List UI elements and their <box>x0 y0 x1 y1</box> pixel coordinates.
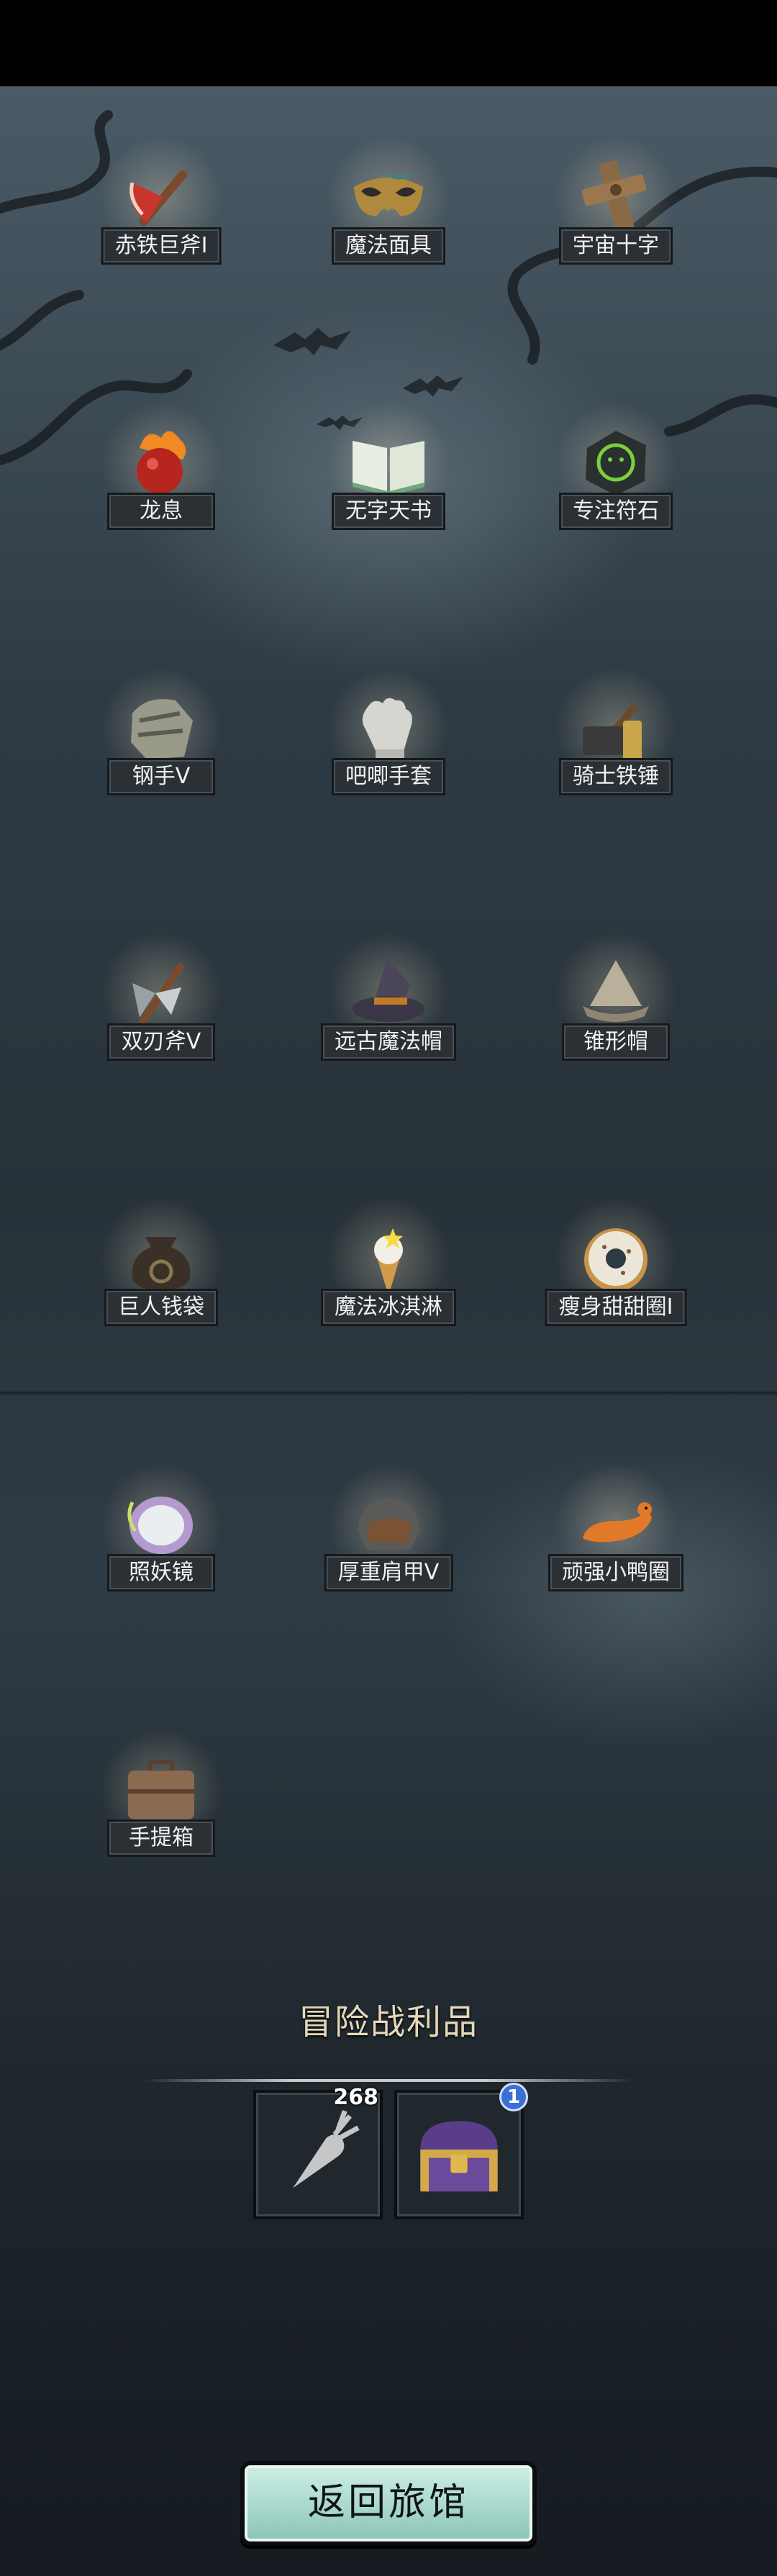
item-label: 远古魔法帽 <box>321 1023 456 1061</box>
item-label: 无字天书 <box>332 493 445 530</box>
item-label: 照妖镜 <box>107 1554 215 1591</box>
return-to-tavern-button[interactable]: 返回旅馆 <box>240 2461 537 2546</box>
item-cell[interactable]: 远古魔法帽 <box>302 928 475 1072</box>
item-label: 厚重肩甲V <box>324 1554 453 1591</box>
item-cell[interactable]: 骑士铁锤 <box>530 663 702 807</box>
item-label: 巨人钱袋 <box>104 1289 218 1326</box>
item-cell[interactable]: 锥形帽 <box>530 928 702 1072</box>
item-cell[interactable]: 照妖镜 <box>75 1459 247 1603</box>
item-label: 宇宙十字 <box>559 227 673 265</box>
loot-title: 冒险战利品 <box>298 2002 478 2042</box>
item-cell[interactable]: 宇宙十字 <box>530 132 702 276</box>
item-label: 魔法面具 <box>332 227 445 265</box>
item-label: 赤铁巨斧I <box>101 227 222 265</box>
loot-count-badge: 1 <box>499 2083 528 2111</box>
item-label: 顽强小鸭圈 <box>548 1554 683 1591</box>
item-label: 双刃斧V <box>107 1023 215 1061</box>
item-label: 龙息 <box>107 493 215 530</box>
item-cell[interactable]: 专注符石 <box>530 398 702 542</box>
item-label: 骑士铁锤 <box>559 758 673 795</box>
item-label: 钢手V <box>107 758 215 795</box>
loot-slot[interactable]: 1 <box>394 2083 528 2219</box>
item-label: 锥形帽 <box>562 1023 670 1061</box>
item-cell[interactable]: 无字天书 <box>302 398 475 542</box>
item-cell[interactable]: 赤铁巨斧I <box>75 132 247 276</box>
item-label: 专注符石 <box>559 493 673 530</box>
item-label: 吧唧手套 <box>332 758 445 795</box>
item-label: 瘦身甜甜圈I <box>545 1289 687 1326</box>
item-label: 手提箱 <box>107 1819 215 1857</box>
item-cell[interactable]: 顽强小鸭圈 <box>530 1459 702 1603</box>
loot-divider <box>144 2079 633 2082</box>
loot-count-badge: 268 <box>333 2085 378 2110</box>
item-cell[interactable]: 钢手V <box>75 663 247 807</box>
item-label: 魔法冰淇淋 <box>321 1289 456 1326</box>
item-cell[interactable]: 魔法冰淇淋 <box>302 1194 475 1338</box>
item-cell[interactable]: 龙息 <box>75 398 247 542</box>
item-cell[interactable]: 瘦身甜甜圈I <box>530 1194 702 1338</box>
treasure-chest-icon <box>420 2121 498 2192</box>
loot-slot[interactable]: 268 <box>253 2086 383 2219</box>
carrot-icon <box>293 2110 360 2188</box>
item-cell[interactable]: 巨人钱袋 <box>75 1194 247 1338</box>
item-cell[interactable]: 手提箱 <box>75 1725 247 1868</box>
item-cell[interactable]: 魔法面具 <box>302 132 475 276</box>
item-cell[interactable]: 双刃斧V <box>75 928 247 1072</box>
top-black-bar <box>0 0 777 86</box>
item-cell[interactable]: 厚重肩甲V <box>302 1459 475 1603</box>
item-cell[interactable]: 吧唧手套 <box>302 663 475 807</box>
section-divider-shadow <box>0 1392 777 1394</box>
